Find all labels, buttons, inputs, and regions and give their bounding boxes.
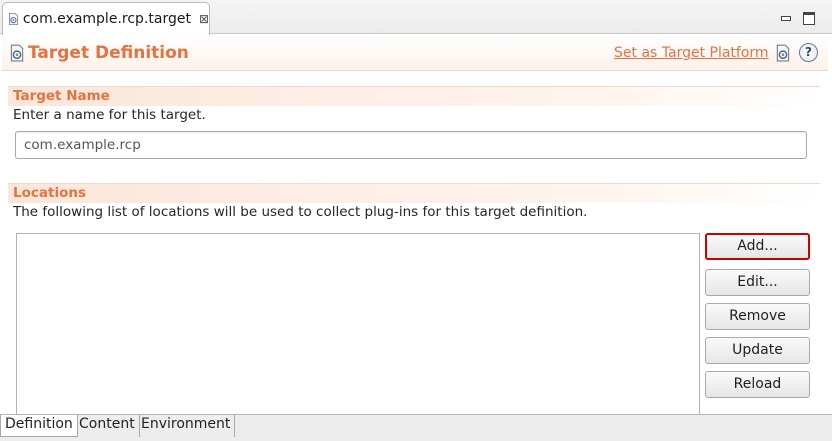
tab-content[interactable]: Content bbox=[75, 415, 140, 437]
editor-tab[interactable]: com.example.rcp.target ⊠ bbox=[2, 2, 210, 35]
locations-section-title: Locations bbox=[13, 185, 86, 201]
remove-button[interactable]: Remove bbox=[705, 303, 810, 330]
minimize-icon[interactable] bbox=[778, 10, 792, 24]
target-file-icon bbox=[9, 12, 18, 26]
tab-definition[interactable]: Definition bbox=[0, 415, 78, 437]
editor-tab-strip: com.example.rcp.target ⊠ bbox=[0, 0, 832, 35]
page-title: Target Definition bbox=[28, 43, 189, 63]
locations-list[interactable] bbox=[16, 233, 700, 415]
locations-description: The following list of locations will be … bbox=[13, 204, 588, 220]
close-icon[interactable]: ⊠ bbox=[199, 12, 209, 26]
editor-tab-label: com.example.rcp.target bbox=[22, 11, 191, 27]
set-target-icon[interactable] bbox=[774, 44, 792, 62]
edit-button[interactable]: Edit... bbox=[705, 269, 810, 296]
target-name-section-title: Target Name bbox=[13, 88, 110, 104]
locations-section-header[interactable]: Locations bbox=[8, 183, 820, 203]
set-as-target-platform-link[interactable]: Set as Target Platform bbox=[614, 45, 769, 61]
help-icon[interactable]: ? bbox=[799, 43, 818, 62]
target-name-description: Enter a name for this target. bbox=[13, 107, 206, 123]
update-button[interactable]: Update bbox=[705, 337, 810, 364]
target-name-input[interactable] bbox=[15, 131, 807, 159]
reload-button[interactable]: Reload bbox=[705, 371, 810, 398]
form-header: Target Definition Set as Target Platform… bbox=[2, 35, 828, 71]
target-definition-icon bbox=[10, 44, 24, 62]
editor-page-tabs: Definition Content Environment bbox=[0, 414, 832, 441]
add-button[interactable]: Add... bbox=[705, 233, 810, 260]
target-name-section-header[interactable]: Target Name bbox=[8, 86, 820, 106]
tab-environment[interactable]: Environment bbox=[137, 415, 236, 437]
maximize-icon[interactable] bbox=[801, 10, 815, 25]
